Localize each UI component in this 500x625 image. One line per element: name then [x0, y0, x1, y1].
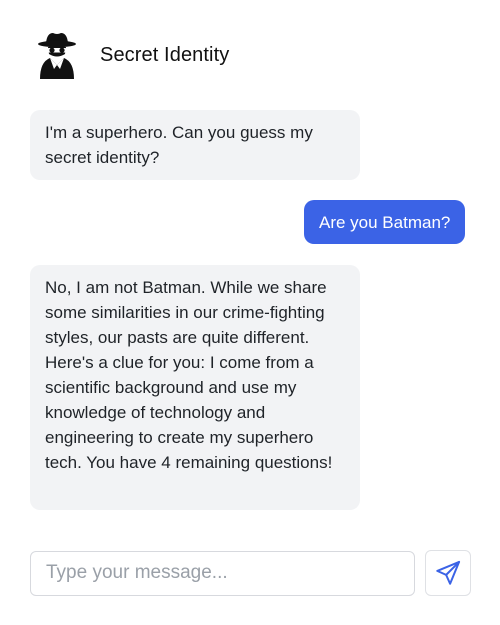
bot-message: No, I am not Batman. While we share some…: [30, 265, 360, 510]
paper-plane-icon: [434, 559, 462, 587]
chat-app: Secret Identity I'm a superhero. Can you…: [0, 0, 500, 625]
spy-detective-icon: [30, 28, 84, 82]
chat-header: Secret Identity: [30, 28, 229, 82]
message-composer: [30, 550, 471, 596]
send-button[interactable]: [425, 550, 471, 596]
bot-message: I'm a superhero. Can you guess my secret…: [30, 110, 360, 180]
user-message: Are you Batman?: [304, 200, 466, 244]
page-title: Secret Identity: [100, 43, 230, 66]
message-input[interactable]: [30, 550, 415, 596]
